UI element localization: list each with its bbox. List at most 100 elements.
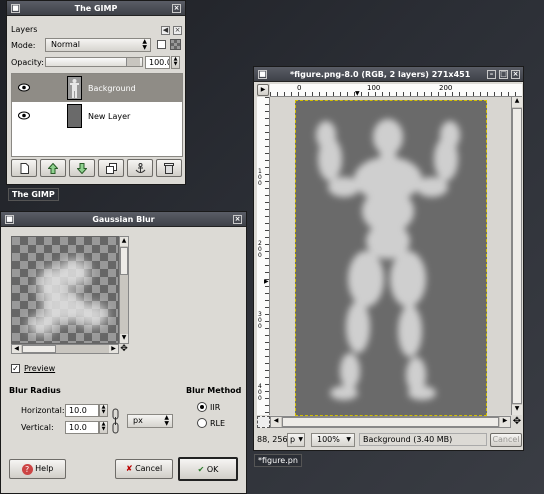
layers-window: ■ The GIMP × Layers ◀ × Mode: Normal ▲ ▼ … <box>6 0 186 185</box>
preview-label[interactable]: Preview <box>24 364 55 373</box>
dock-menu-icon[interactable]: ◀ <box>161 26 170 35</box>
image-hscrollbar[interactable]: ◀ ▶ <box>270 416 511 428</box>
zoom-value: 100% <box>317 435 340 444</box>
anchor-layer-button[interactable] <box>127 159 153 177</box>
image-canvas[interactable] <box>295 100 487 416</box>
ruler-label-v300: 3 0 0 <box>258 311 262 330</box>
gaussian-blur-dialog: ■ Gaussian Blur × ▲ ▼ ◀ ▶ ✥ ✓ Preview Bl… <box>0 211 247 494</box>
preview-hscroll-thumb[interactable] <box>22 345 56 353</box>
close-window-icon[interactable]: × <box>511 70 520 79</box>
window-menu-icon[interactable]: ■ <box>11 4 20 13</box>
ok-label: OK <box>206 465 219 474</box>
visibility-eye-icon[interactable] <box>18 83 30 92</box>
iir-label[interactable]: IIR <box>210 403 220 412</box>
blur-radius-heading: Blur Radius <box>9 386 61 395</box>
ok-button[interactable]: ✔ OK <box>178 457 238 481</box>
preview-vscrollbar[interactable]: ▲ ▼ <box>119 236 129 344</box>
help-button[interactable]: ? Help <box>9 459 66 479</box>
status-cancel-button[interactable]: Cancel <box>490 433 522 447</box>
help-label: Help <box>35 464 54 473</box>
preview-hscrollbar[interactable]: ◀ ▶ <box>11 344 119 354</box>
taskbar-gimp-button[interactable]: The GIMP <box>8 188 59 201</box>
preview-checkbox[interactable]: ✓ <box>11 364 20 373</box>
duplicate-layer-button[interactable] <box>98 159 124 177</box>
ruler-label-0: 0 <box>297 84 302 92</box>
scroll-left-icon[interactable]: ◀ <box>12 345 21 353</box>
horizontal-spin-icon[interactable]: ▲ ▼ <box>99 404 108 417</box>
raise-layer-icon <box>47 162 59 174</box>
close-window-icon[interactable]: × <box>233 215 242 224</box>
vertical-ruler[interactable]: 1 0 0 2 0 0 3 0 0 4 0 0 ▶ <box>257 97 270 415</box>
scroll-up-icon[interactable]: ▲ <box>120 237 128 246</box>
lock-alpha-icon[interactable] <box>170 39 181 50</box>
cancel-label: Cancel <box>135 464 163 473</box>
opacity-spin-icon[interactable]: ▲ ▼ <box>171 56 180 69</box>
keep-transparency-checkbox[interactable] <box>157 40 166 49</box>
layers-list: Background New Layer <box>11 73 183 157</box>
vertical-spin-icon[interactable]: ▲ ▼ <box>99 421 108 434</box>
mode-select[interactable]: Normal ▲ ▼ <box>45 38 151 52</box>
mode-label: Mode: <box>11 41 36 50</box>
combo-arrows-icon: ▲ ▼ <box>142 38 147 51</box>
horizontal-input[interactable]: 10.0 <box>65 404 99 417</box>
layer-thumbnail[interactable] <box>67 76 82 100</box>
rle-radio[interactable] <box>197 418 207 428</box>
radio-dot-icon <box>200 405 204 409</box>
image-hscroll-thumb[interactable] <box>282 417 499 427</box>
layer-thumbnail[interactable] <box>67 104 82 128</box>
opacity-input[interactable]: 100.0 <box>145 56 170 69</box>
scroll-right-icon[interactable]: ▶ <box>109 345 118 353</box>
preview-vscroll-thumb[interactable] <box>120 247 128 275</box>
image-menu-button[interactable]: ▶ <box>257 84 269 96</box>
cancel-icon: ✘ <box>125 464 133 473</box>
layer-row-background[interactable]: Background <box>12 74 182 102</box>
cancel-button[interactable]: ✘ Cancel <box>115 459 173 479</box>
quickmask-toggle-icon[interactable] <box>257 416 270 428</box>
navigate-icon[interactable]: ✥ <box>119 344 129 354</box>
scroll-left-icon[interactable]: ◀ <box>271 417 281 427</box>
opacity-slider-handle[interactable] <box>126 58 140 66</box>
delete-layer-button[interactable] <box>156 159 182 177</box>
maximize-icon[interactable]: □ <box>499 70 508 79</box>
window-menu-icon[interactable]: ■ <box>5 215 14 224</box>
anchor-layer-icon <box>135 163 145 173</box>
chevron-down-icon: ▼ <box>298 436 303 443</box>
unit-value: px <box>133 416 143 425</box>
unit-select[interactable]: p ▼ <box>287 433 305 447</box>
new-layer-button[interactable] <box>11 159 37 177</box>
lower-layer-button[interactable] <box>69 159 95 177</box>
opacity-slider[interactable] <box>45 57 143 67</box>
canvas-area[interactable] <box>270 97 511 416</box>
image-window-titlebar[interactable]: ■ *figure.png-8.0 (RGB, 2 layers) 271x45… <box>254 67 523 82</box>
zoom-select[interactable]: 100% ▼ <box>311 433 355 447</box>
layers-window-title: The GIMP <box>74 4 118 13</box>
ruler-pointer-icon: ▶ <box>264 278 269 285</box>
dock-close-icon[interactable]: × <box>173 26 182 35</box>
vertical-input[interactable]: 10.0 <box>65 421 99 434</box>
image-vscroll-thumb[interactable] <box>512 108 522 404</box>
raise-layer-button[interactable] <box>40 159 66 177</box>
taskbar-figure-button[interactable]: *figure.pn <box>254 454 302 467</box>
scroll-down-icon[interactable]: ▼ <box>512 405 522 415</box>
layers-window-titlebar[interactable]: ■ The GIMP × <box>7 1 185 16</box>
layer-name: New Layer <box>88 112 131 121</box>
visibility-eye-icon[interactable] <box>18 111 30 120</box>
unit-select[interactable]: px ▲ ▼ <box>127 414 173 428</box>
ruler-label-100: 100 <box>367 84 381 92</box>
rle-label[interactable]: RLE <box>210 419 225 428</box>
scroll-down-icon[interactable]: ▼ <box>120 334 128 343</box>
chain-link-icon[interactable] <box>112 408 119 434</box>
pointer-coords: 88, 256 <box>257 435 288 444</box>
close-window-icon[interactable]: × <box>172 4 181 13</box>
window-menu-icon[interactable]: ■ <box>258 70 267 79</box>
navigate-icon[interactable]: ✥ <box>511 416 523 428</box>
scroll-right-icon[interactable]: ▶ <box>500 417 510 427</box>
iir-radio[interactable] <box>197 402 207 412</box>
layer-row-new-layer[interactable]: New Layer <box>12 102 182 130</box>
blur-dialog-titlebar[interactable]: ■ Gaussian Blur × <box>1 212 246 227</box>
minimize-icon[interactable]: – <box>487 70 496 79</box>
image-vscrollbar[interactable]: ▲ ▼ <box>511 97 522 415</box>
scroll-up-icon[interactable]: ▲ <box>512 97 522 107</box>
blur-preview[interactable] <box>11 236 119 344</box>
horizontal-ruler[interactable]: 0 100 200 ▼ <box>270 84 522 97</box>
